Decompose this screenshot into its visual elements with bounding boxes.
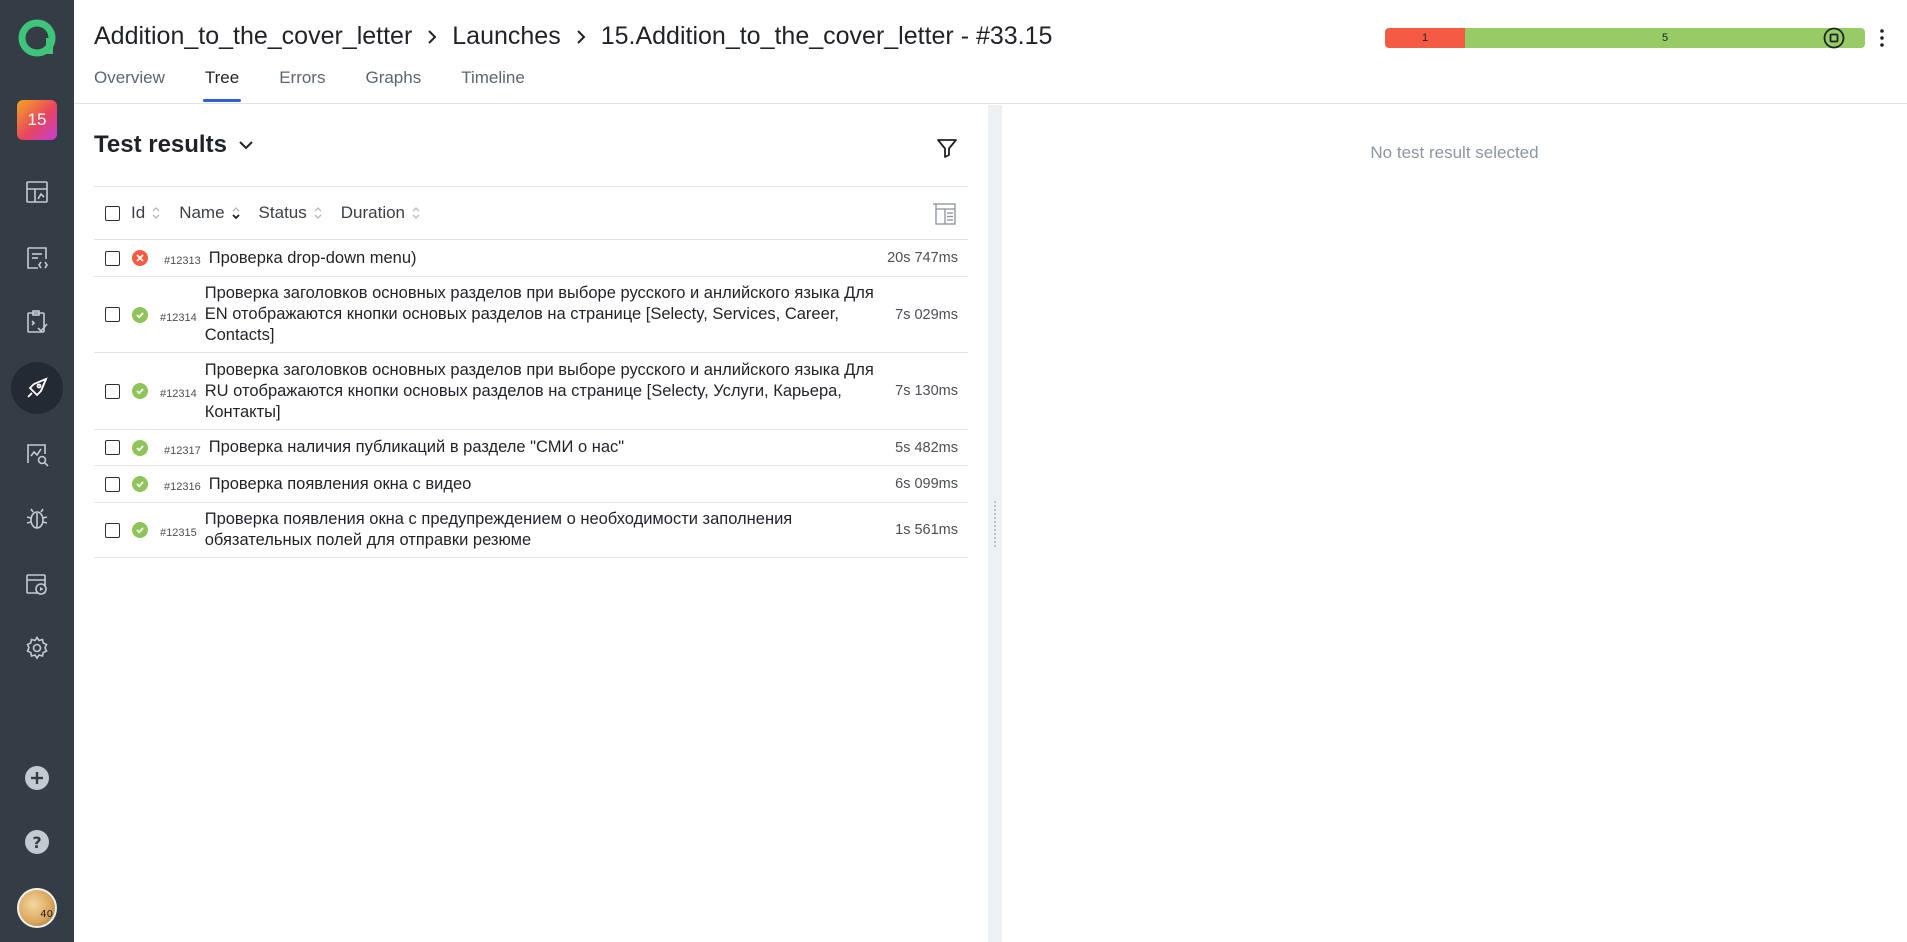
status-bar[interactable]: 1 5 — [1385, 28, 1865, 48]
row-duration: 6s 099ms — [895, 476, 958, 492]
row-name: Проверка появления окна с предупреждение… — [204, 510, 793, 549]
chevron-right-icon — [573, 27, 589, 47]
avatar-badge: 40 — [40, 909, 53, 920]
passed-status-icon — [132, 476, 148, 492]
row-name: Проверка заголовков основных разделов пр… — [204, 284, 874, 344]
row-checkbox[interactable] — [105, 383, 120, 399]
passed-status-icon — [132, 383, 148, 399]
column-duration-label: Duration — [340, 203, 406, 222]
defects-icon[interactable] — [0, 492, 74, 544]
row-id: #12313 — [164, 255, 201, 267]
header: Addition_to_the_cover_letter Launches 15… — [74, 0, 1907, 104]
row-checkbox[interactable] — [105, 476, 120, 492]
logo-icon[interactable] — [0, 12, 74, 64]
column-status[interactable]: Status — [259, 203, 323, 223]
row-checkbox[interactable] — [105, 440, 120, 455]
table-row[interactable]: #12315 Проверка появления окна с предупр… — [94, 503, 968, 558]
test-results-panel: Test results Id Name Status Duration #12… — [74, 105, 988, 942]
passed-status-icon — [132, 522, 148, 538]
row-duration: 7s 029ms — [895, 306, 958, 323]
launches-icon[interactable] — [0, 362, 74, 414]
passed-status-icon — [132, 306, 148, 323]
svg-text:?: ? — [32, 833, 41, 852]
sidebar: 15 ? 40 — [0, 0, 74, 942]
add-icon[interactable] — [0, 752, 74, 804]
columns-settings-icon[interactable] — [932, 201, 958, 227]
tab-graphs[interactable]: Graphs — [365, 68, 421, 102]
row-id: #12316 — [164, 481, 201, 493]
project-badge-label: 15 — [17, 100, 57, 140]
project-badge[interactable]: 15 — [0, 94, 74, 146]
row-checkbox[interactable] — [105, 522, 120, 538]
row-id: #12314 — [160, 311, 197, 324]
help-icon[interactable]: ? — [0, 816, 74, 868]
breadcrumb-project[interactable]: Addition_to_the_cover_letter — [94, 22, 412, 51]
table-header: Id Name Status Duration — [94, 186, 968, 240]
tab-tree[interactable]: Tree — [202, 68, 242, 102]
column-duration[interactable]: Duration — [341, 203, 421, 223]
select-all-checkbox[interactable] — [105, 205, 120, 221]
tab-bar: Overview Tree Errors Graphs Timeline — [94, 68, 565, 102]
table-row[interactable]: #12317 Проверка наличия публикаций в раз… — [94, 430, 968, 466]
breadcrumb-launches[interactable]: Launches — [452, 22, 560, 51]
column-id-label: Id — [131, 203, 146, 222]
test-plans-icon[interactable] — [0, 296, 74, 348]
row-id: #12315 — [160, 527, 197, 539]
table-row[interactable]: #12314 Проверка заголовков основных разд… — [94, 277, 968, 353]
passed-segment: 5 — [1465, 28, 1865, 48]
breadcrumb: Addition_to_the_cover_letter Launches 15… — [94, 22, 1052, 51]
row-duration: 1s 561ms — [895, 522, 958, 538]
test-result-details-panel: No test result selected — [1002, 105, 1907, 942]
settings-icon[interactable] — [0, 622, 74, 674]
tab-errors[interactable]: Errors — [279, 68, 325, 102]
table-row[interactable]: #12313 Проверка drop-down menu) 20s 747m… — [94, 240, 968, 277]
results-table: Id Name Status Duration #12313 Проверка … — [94, 186, 968, 558]
row-name: Проверка заголовков основных разделов пр… — [204, 360, 874, 421]
dashboards-icon[interactable] — [0, 166, 74, 218]
avatar[interactable]: 40 — [0, 882, 74, 934]
jobs-icon[interactable] — [0, 558, 74, 610]
panel-splitter[interactable] — [988, 105, 1002, 942]
row-name: Проверка наличия публикаций в разделе "С… — [208, 438, 625, 456]
chevron-right-icon — [424, 27, 440, 47]
stop-launch-button[interactable] — [1820, 24, 1848, 52]
row-id: #12317 — [164, 444, 201, 457]
failed-status-icon — [132, 250, 148, 266]
breadcrumb-launch: 15.Addition_to_the_cover_letter - #33.15 — [600, 22, 1053, 50]
tab-overview[interactable]: Overview — [94, 68, 165, 102]
test-results-dropdown[interactable]: Test results — [94, 131, 255, 159]
sort-icon — [314, 207, 322, 219]
column-name-label: Name — [179, 203, 225, 222]
row-name: Проверка drop-down menu) — [208, 248, 417, 267]
test-cases-icon[interactable] — [0, 232, 74, 284]
chevron-down-icon — [239, 141, 253, 150]
empty-state-message: No test result selected — [1370, 143, 1539, 162]
row-name: Проверка появления окна с видео — [208, 474, 472, 493]
row-duration: 7s 130ms — [895, 383, 958, 399]
row-checkbox[interactable] — [105, 250, 120, 266]
failed-segment: 1 — [1385, 28, 1466, 48]
tab-timeline[interactable]: Timeline — [461, 68, 525, 102]
sort-desc-icon — [231, 207, 240, 220]
row-duration: 20s 747ms — [887, 250, 958, 266]
row-id: #12314 — [160, 388, 197, 400]
analytics-icon[interactable] — [0, 428, 74, 480]
table-row[interactable]: #12316 Проверка появления окна с видео 6… — [94, 466, 968, 503]
sort-icon — [152, 207, 160, 219]
row-checkbox[interactable] — [105, 307, 120, 322]
row-duration: 5s 482ms — [895, 439, 958, 456]
sort-icon — [412, 207, 420, 219]
passed-status-icon — [132, 439, 148, 456]
drag-handle-icon[interactable] — [993, 500, 997, 548]
table-row[interactable]: #12314 Проверка заголовков основных разд… — [94, 353, 968, 430]
column-name[interactable]: Name — [179, 203, 240, 223]
more-menu-icon[interactable] — [1868, 24, 1896, 52]
column-status-label: Status — [258, 203, 307, 222]
column-id[interactable]: Id — [131, 203, 161, 223]
panel-title-label: Test results — [94, 131, 227, 158]
filter-icon[interactable] — [932, 133, 962, 163]
